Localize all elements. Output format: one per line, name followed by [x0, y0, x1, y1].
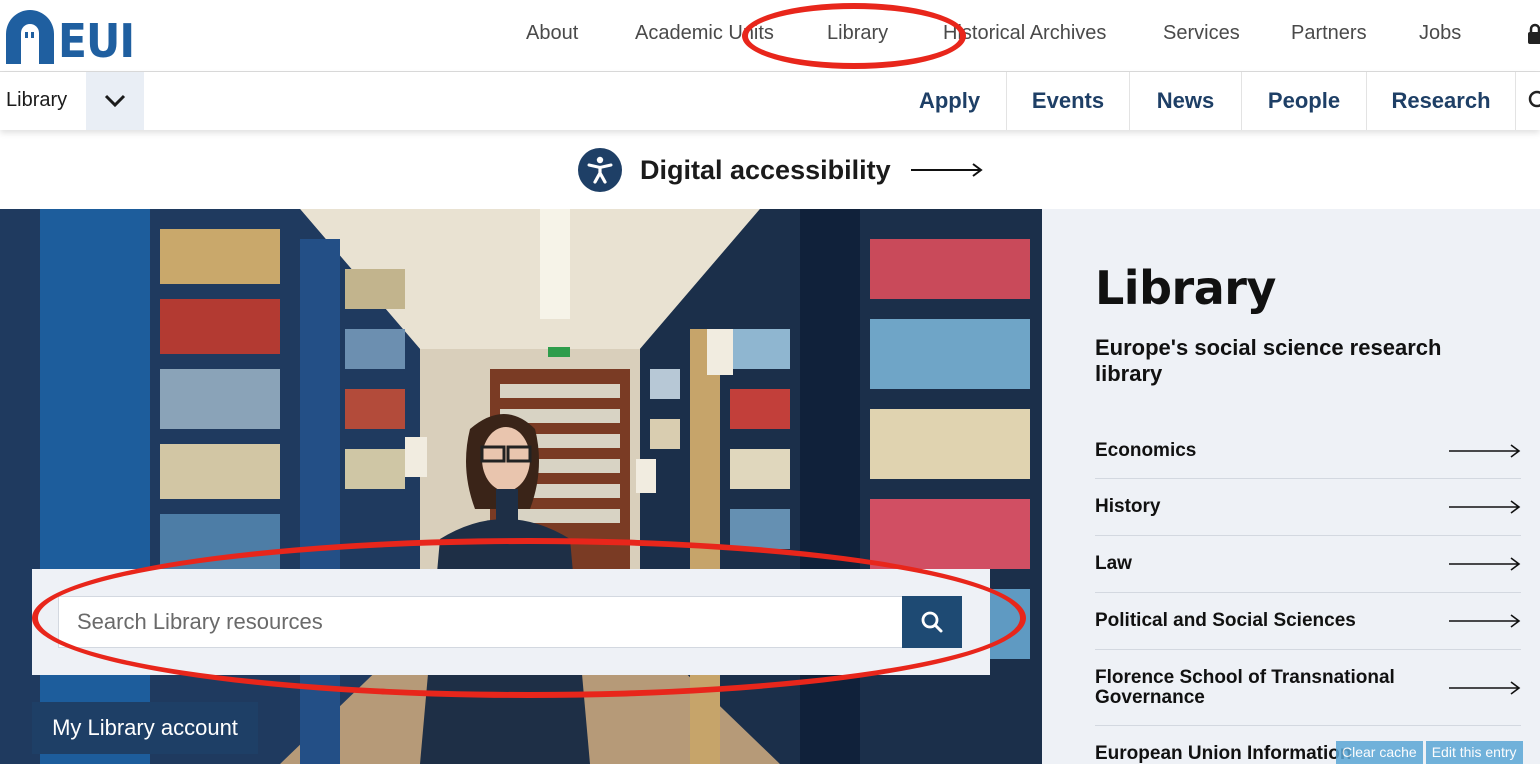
- top-nav: About Academic Units Library Historical …: [0, 20, 1540, 48]
- search-icon: [921, 611, 943, 633]
- top-nav-partners[interactable]: Partners: [1291, 20, 1367, 46]
- nav-news[interactable]: News: [1130, 72, 1242, 130]
- digital-accessibility-label: Digital accessibility: [640, 154, 891, 185]
- nav-people[interactable]: People: [1242, 72, 1367, 130]
- arrow-right-icon: [1449, 614, 1521, 628]
- page-subtitle: Europe's social science research library: [1095, 335, 1442, 386]
- link-label: Law: [1095, 553, 1132, 574]
- top-nav-about[interactable]: About: [526, 20, 578, 46]
- top-nav-library[interactable]: Library: [827, 20, 888, 46]
- lock-icon[interactable]: [1526, 22, 1540, 46]
- accessibility-icon: [578, 148, 622, 192]
- nav-research[interactable]: Research: [1367, 72, 1516, 130]
- arrow-right-icon: [1449, 680, 1521, 695]
- link-label: Political and Social Sciences: [1095, 610, 1356, 631]
- nav-events[interactable]: Events: [1007, 72, 1130, 130]
- clear-cache-button[interactable]: Clear cache: [1336, 741, 1423, 764]
- top-nav-historical-archives[interactable]: Historical Archives: [943, 20, 1106, 46]
- search-icon[interactable]: [1528, 90, 1540, 112]
- library-side-panel: Library Europe's social science research…: [1042, 209, 1540, 764]
- link-economics[interactable]: Economics: [1095, 423, 1521, 479]
- section-bar: Library Apply Events News People Researc…: [0, 72, 1540, 130]
- admin-toolbar: Clear cache Edit this entry: [1336, 741, 1526, 764]
- library-search-input[interactable]: [58, 596, 904, 648]
- link-florence-school[interactable]: Florence School of Transnational Governa…: [1095, 650, 1521, 726]
- link-label: Economics: [1095, 439, 1197, 461]
- section-selector[interactable]: Library: [0, 72, 144, 130]
- department-links: Economics History Law Political and Soci…: [1095, 423, 1521, 764]
- chevron-down-icon[interactable]: [86, 72, 144, 130]
- digital-accessibility-link[interactable]: Digital accessibility: [578, 148, 983, 192]
- hero-image: [0, 209, 1042, 764]
- page-title: Library: [1095, 261, 1276, 315]
- edit-entry-button[interactable]: Edit this entry: [1425, 741, 1523, 764]
- library-search-button[interactable]: [902, 596, 962, 648]
- top-nav-jobs[interactable]: Jobs: [1419, 20, 1461, 46]
- link-label: History: [1095, 496, 1161, 517]
- arrow-right-icon: [1449, 500, 1521, 514]
- link-law[interactable]: Law: [1095, 536, 1521, 593]
- library-photo: [0, 209, 1042, 764]
- arrow-right-icon: [1449, 443, 1521, 458]
- top-nav-services[interactable]: Services: [1163, 20, 1240, 46]
- my-library-account-button[interactable]: My Library account: [32, 702, 258, 754]
- library-search-panel: [32, 569, 990, 675]
- link-political-social-sciences[interactable]: Political and Social Sciences: [1095, 593, 1521, 650]
- top-header: EUI About Academic Units Library Histori…: [0, 0, 1540, 72]
- section-selector-label: Library: [6, 89, 68, 111]
- arrow-right-icon: [910, 163, 983, 177]
- top-nav-academic-units[interactable]: Academic Units: [635, 20, 774, 46]
- link-label: Florence School of Transnational Governa…: [1095, 666, 1395, 708]
- link-history[interactable]: History: [1095, 479, 1521, 536]
- nav-apply[interactable]: Apply: [893, 72, 1007, 130]
- arrow-right-icon: [1449, 557, 1521, 571]
